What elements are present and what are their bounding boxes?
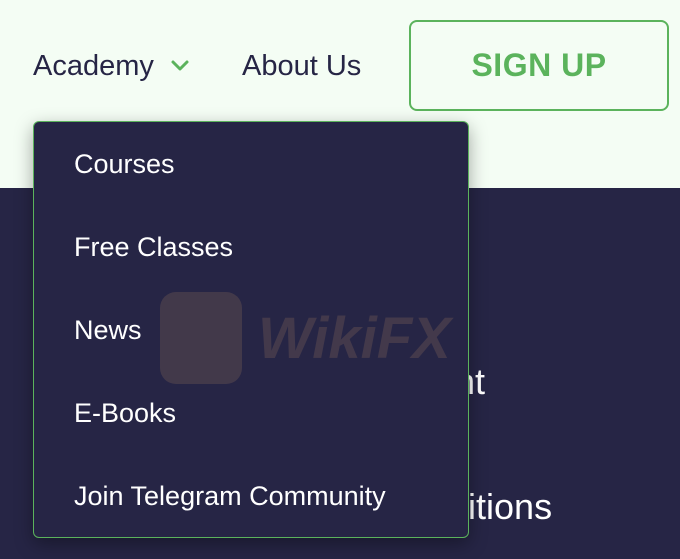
- menu-item-join-telegram[interactable]: Join Telegram Community: [74, 478, 386, 514]
- nav-academy-label: Academy: [33, 50, 154, 82]
- nav-academy[interactable]: Academy: [33, 46, 190, 86]
- chevron-down-icon: [170, 56, 190, 76]
- menu-item-news[interactable]: News: [74, 312, 142, 348]
- menu-item-courses[interactable]: Courses: [74, 146, 175, 182]
- nav-about-us[interactable]: About Us: [242, 46, 361, 86]
- menu-item-free-classes[interactable]: Free Classes: [74, 229, 233, 265]
- academy-dropdown-menu: Courses Free Classes News E-Books Join T…: [33, 121, 469, 538]
- sign-up-button[interactable]: SIGN UP: [409, 20, 669, 111]
- menu-item-e-books[interactable]: E-Books: [74, 395, 176, 431]
